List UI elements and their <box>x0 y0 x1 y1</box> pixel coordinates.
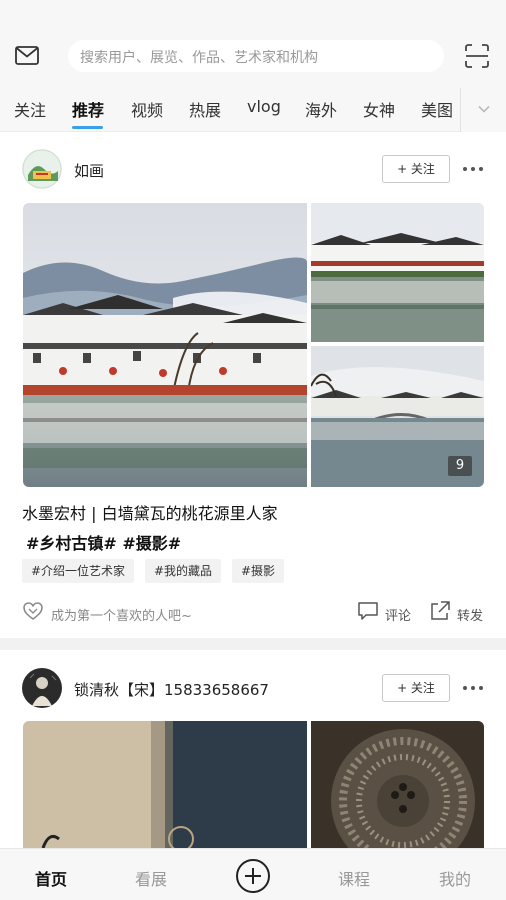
follow-button[interactable]: + 关注 <box>382 674 450 702</box>
post-image-2[interactable] <box>311 203 484 342</box>
post-title[interactable]: 水墨宏村 | 白墙黛瓦的桃花源里人家 <box>22 500 278 524</box>
channel-tabs: 关注 推荐 视频 热展 vlog 海外 女神 美图 <box>0 88 506 132</box>
mail-icon[interactable] <box>14 44 40 68</box>
post-separator <box>0 638 506 650</box>
tab-pictures[interactable]: 美图 <box>421 97 453 121</box>
more-options-icon[interactable] <box>462 686 484 692</box>
tab-video[interactable]: 视频 <box>131 97 163 121</box>
tab-vlog[interactable]: vlog <box>247 97 281 116</box>
post-main-image[interactable] <box>23 721 307 848</box>
image-count-badge: 9 <box>448 456 472 476</box>
nav-exhibitions[interactable]: 看展 <box>135 866 167 890</box>
tabs-more-button[interactable] <box>460 88 506 132</box>
tag-chip[interactable]: #摄影 <box>232 559 285 583</box>
nav-home[interactable]: 首页 <box>35 866 67 890</box>
like-icon[interactable] <box>22 601 44 621</box>
tag-chip[interactable]: #介绍一位艺术家 <box>22 559 135 583</box>
tab-recommend[interactable]: 推荐 <box>72 97 104 121</box>
like-prompt: 成为第一个喜欢的人吧~ <box>51 609 192 624</box>
bottom-navigation: 首页 看展 课程 我的 <box>0 848 506 900</box>
scan-icon[interactable] <box>464 43 490 69</box>
comment-icon[interactable] <box>357 601 379 621</box>
share-button[interactable]: 转发 <box>457 605 483 624</box>
search-placeholder: 搜索用户、展览、作品、艺术家和机构 <box>80 50 318 66</box>
active-tab-indicator <box>72 126 103 129</box>
avatar[interactable] <box>22 668 62 708</box>
post-image-2[interactable] <box>311 721 484 848</box>
tab-follow[interactable]: 关注 <box>14 97 46 121</box>
nav-courses[interactable]: 课程 <box>338 866 370 890</box>
comment-button[interactable]: 评论 <box>385 605 411 624</box>
create-post-icon[interactable] <box>236 859 270 893</box>
chevron-down-icon <box>478 105 490 113</box>
tab-overseas[interactable]: 海外 <box>305 97 337 121</box>
author-name[interactable]: 锁清秋【宋】15833658667 <box>74 679 269 700</box>
avatar[interactable] <box>22 149 62 189</box>
share-icon[interactable] <box>429 600 451 622</box>
tag-chip[interactable]: #我的藏品 <box>145 559 222 583</box>
top-bar: 搜索用户、展览、作品、艺术家和机构 <box>0 0 506 88</box>
search-input[interactable]: 搜索用户、展览、作品、艺术家和机构 <box>68 40 444 72</box>
author-name[interactable]: 如画 <box>74 160 104 181</box>
tab-hot-exhibitions[interactable]: 热展 <box>189 97 221 121</box>
follow-button[interactable]: + 关注 <box>382 155 450 183</box>
tab-goddess[interactable]: 女神 <box>363 97 395 121</box>
post-main-image[interactable] <box>23 203 307 487</box>
nav-profile[interactable]: 我的 <box>439 866 471 890</box>
post-hashtags[interactable]: #乡村古镇# #摄影# <box>26 530 181 554</box>
more-options-icon[interactable] <box>462 167 484 173</box>
